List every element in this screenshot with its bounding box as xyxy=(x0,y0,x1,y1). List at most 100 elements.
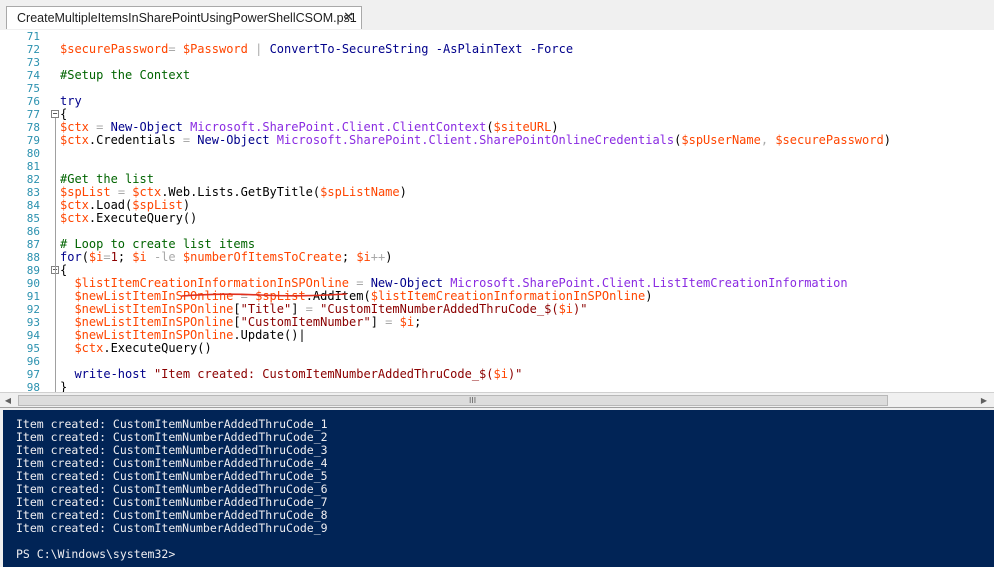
line-number: 85 xyxy=(26,212,40,225)
line-number: 78 xyxy=(26,121,40,134)
line-number: 81 xyxy=(26,160,40,173)
code-token: } xyxy=(60,380,68,393)
line-number: 93 xyxy=(26,316,40,329)
code-token: $i xyxy=(558,302,574,316)
code-token: $numberOfItemsToCreate xyxy=(182,250,342,264)
code-token: 1 xyxy=(110,250,118,264)
script-tab[interactable]: CreateMultipleItemsInSharePointUsingPowe… xyxy=(6,6,362,29)
line-number: 86 xyxy=(26,225,40,238)
line-number-gutter: 71 72 73 74 75 76 77 78 79 80 81 82 83 84 85 86 87 88 89 90… xyxy=(0,30,48,392)
red-underline-annotation xyxy=(181,293,347,297)
code-token: ) xyxy=(385,250,393,264)
code-token: $spList xyxy=(132,198,183,212)
code-token: "Item created: CustomItemNumberAddedThru… xyxy=(153,367,494,381)
line-number: 76 xyxy=(26,95,40,108)
horizontal-scrollbar[interactable]: ◀ III ▶ xyxy=(0,392,994,408)
line-number: 71 xyxy=(26,30,40,43)
code-token: for xyxy=(60,250,82,264)
code-line: for($i=1; $i -le $numberOfItemsToCreate;… xyxy=(60,251,392,264)
code-token: ] xyxy=(370,315,386,329)
line-number: 88 xyxy=(26,251,40,264)
code-token: { xyxy=(60,263,68,277)
code-token: $ctx xyxy=(60,211,89,225)
console-pane[interactable]: Item created: CustomItemNumberAddedThruC… xyxy=(3,410,994,567)
code-token: Microsoft.SharePoint.Client.ClientContex… xyxy=(190,120,487,134)
code-token: )" xyxy=(573,302,588,316)
code-token: = xyxy=(117,185,126,199)
code-token: $i xyxy=(356,250,371,264)
code-token: $listItemCreationInformationInSPOnline xyxy=(74,276,349,290)
line-number: 90 xyxy=(26,277,40,290)
tab-bar: CreateMultipleItemsInSharePointUsingPowe… xyxy=(0,0,994,31)
code-token: $i xyxy=(88,250,104,264)
code-token: = xyxy=(103,250,111,264)
line-number: 84 xyxy=(26,199,40,212)
code-token: New-Object xyxy=(197,133,270,147)
code-token: #Setup the Context xyxy=(60,68,191,82)
code-token: = xyxy=(305,302,313,316)
console-prompt[interactable]: PS C:\Windows\system32> xyxy=(16,548,175,561)
code-token: .ExecuteQuery() xyxy=(88,211,198,225)
code-token: Microsoft.SharePoint.Client.ListItemCrea… xyxy=(450,276,848,290)
line-number: 74 xyxy=(26,69,40,82)
code-token: ++ xyxy=(370,250,386,264)
line-number: 97 xyxy=(26,368,40,381)
line-number: 77 xyxy=(26,108,40,121)
code-token: "CustomItemNumberAddedThruCode_$( xyxy=(320,302,559,316)
line-number: 91 xyxy=(26,290,40,303)
code-token: ConvertTo-SecureString xyxy=(269,42,429,56)
line-number: 82 xyxy=(26,173,40,186)
code-token: New-Object xyxy=(370,276,443,290)
code-token: $i xyxy=(132,250,147,264)
scroll-right-arrow-icon[interactable]: ▶ xyxy=(976,393,992,408)
scroll-left-arrow-icon[interactable]: ◀ xyxy=(0,393,16,408)
code-token: ; xyxy=(341,250,357,264)
line-number: 94 xyxy=(26,329,40,342)
line-number: 92 xyxy=(26,303,40,316)
fold-toggle-icon[interactable]: − xyxy=(51,110,59,118)
code-line: $ctx.Credentials = New-Object Microsoft.… xyxy=(60,134,891,147)
code-token: $i xyxy=(399,315,415,329)
line-number: 98 xyxy=(26,381,40,392)
line-number: 96 xyxy=(26,355,40,368)
code-token: $newListItemInSPOnline xyxy=(74,302,234,316)
code-line: write-host "Item created: CustomItemNumb… xyxy=(60,368,522,381)
code-line: } xyxy=(60,380,68,393)
line-number: 80 xyxy=(26,147,40,160)
console-output-line: Item created: CustomItemNumberAddedThruC… xyxy=(16,521,328,535)
code-token: $Password xyxy=(182,42,248,56)
line-number: 79 xyxy=(26,134,40,147)
code-token: "Title" xyxy=(240,302,292,316)
line-number: 89 xyxy=(26,264,40,277)
code-token: $ctx xyxy=(60,133,89,147)
code-token: ) xyxy=(551,120,559,134)
code-token: -le xyxy=(153,250,176,264)
script-editor[interactable]: 71 72 73 74 75 76 77 78 79 80 81 82 83 84 85 86 87 88 89 90… xyxy=(0,30,994,392)
line-number: 73 xyxy=(26,56,40,69)
code-token: $securePassword xyxy=(775,133,884,147)
code-token: try xyxy=(60,94,82,108)
line-number: 87 xyxy=(26,238,40,251)
fold-guide-line xyxy=(55,118,56,392)
code-token: $newListItemInSPOnline xyxy=(74,315,234,329)
code-token: $ctx xyxy=(132,185,162,199)
code-token: -AsPlainText xyxy=(435,42,523,56)
close-icon[interactable]: ✕ xyxy=(343,7,354,29)
code-token: [ xyxy=(233,315,241,329)
scrollbar-thumb[interactable]: III xyxy=(18,395,888,406)
code-token: $listItemCreationInformationInSPOnline xyxy=(370,289,646,303)
code-token: #Get the list xyxy=(60,172,154,186)
